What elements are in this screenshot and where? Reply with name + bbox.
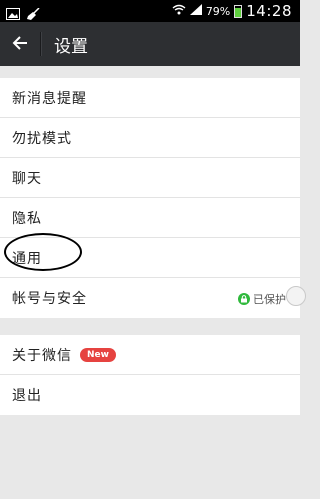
header-divider — [40, 32, 42, 56]
broom-icon — [26, 5, 40, 20]
settings-group-main: 新消息提醒 勿扰模式 聊天 隐私 通用 帐号与安全 已保护 — [0, 78, 306, 318]
back-button[interactable] — [0, 22, 40, 66]
battery-icon — [234, 4, 243, 18]
setting-general[interactable]: 通用 — [0, 238, 300, 278]
signal-icon — [189, 4, 202, 18]
setting-privacy[interactable]: 隐私 — [0, 198, 300, 238]
setting-label: 退出 — [12, 388, 42, 404]
setting-new-message-notify[interactable]: 新消息提醒 — [0, 78, 300, 118]
setting-label: 新消息提醒 — [12, 90, 87, 107]
setting-account-security[interactable]: 帐号与安全 已保护 — [0, 278, 306, 318]
image-icon — [6, 5, 20, 20]
setting-label: 通用 — [12, 250, 42, 267]
setting-label: 聊天 — [12, 170, 42, 187]
protection-status: 已保护 — [238, 291, 286, 307]
setting-about-wechat[interactable]: 关于微信 New — [0, 335, 300, 375]
settings-group-secondary: 关于微信 New 退出 — [0, 335, 300, 415]
action-bar: 设置 — [0, 22, 300, 66]
setting-logout[interactable]: 退出 — [0, 375, 300, 415]
new-badge: New — [80, 347, 116, 362]
clock: 14:28 — [246, 2, 292, 20]
page-title: 设置 — [54, 36, 88, 57]
back-arrow-icon — [12, 35, 28, 54]
floating-assist-icon[interactable] — [286, 286, 306, 306]
setting-label: 隐私 — [12, 210, 42, 227]
setting-label: 勿扰模式 — [12, 130, 72, 147]
status-bar: 79% 14:28 — [0, 0, 300, 22]
setting-label: 关于微信 — [12, 347, 72, 364]
setting-chat[interactable]: 聊天 — [0, 158, 300, 198]
lock-icon — [238, 293, 250, 305]
setting-label: 帐号与安全 — [12, 291, 87, 307]
battery-percent: 79% — [205, 4, 231, 18]
wifi-icon — [172, 4, 186, 18]
setting-do-not-disturb[interactable]: 勿扰模式 — [0, 118, 300, 158]
protection-status-text: 已保护 — [253, 293, 286, 306]
